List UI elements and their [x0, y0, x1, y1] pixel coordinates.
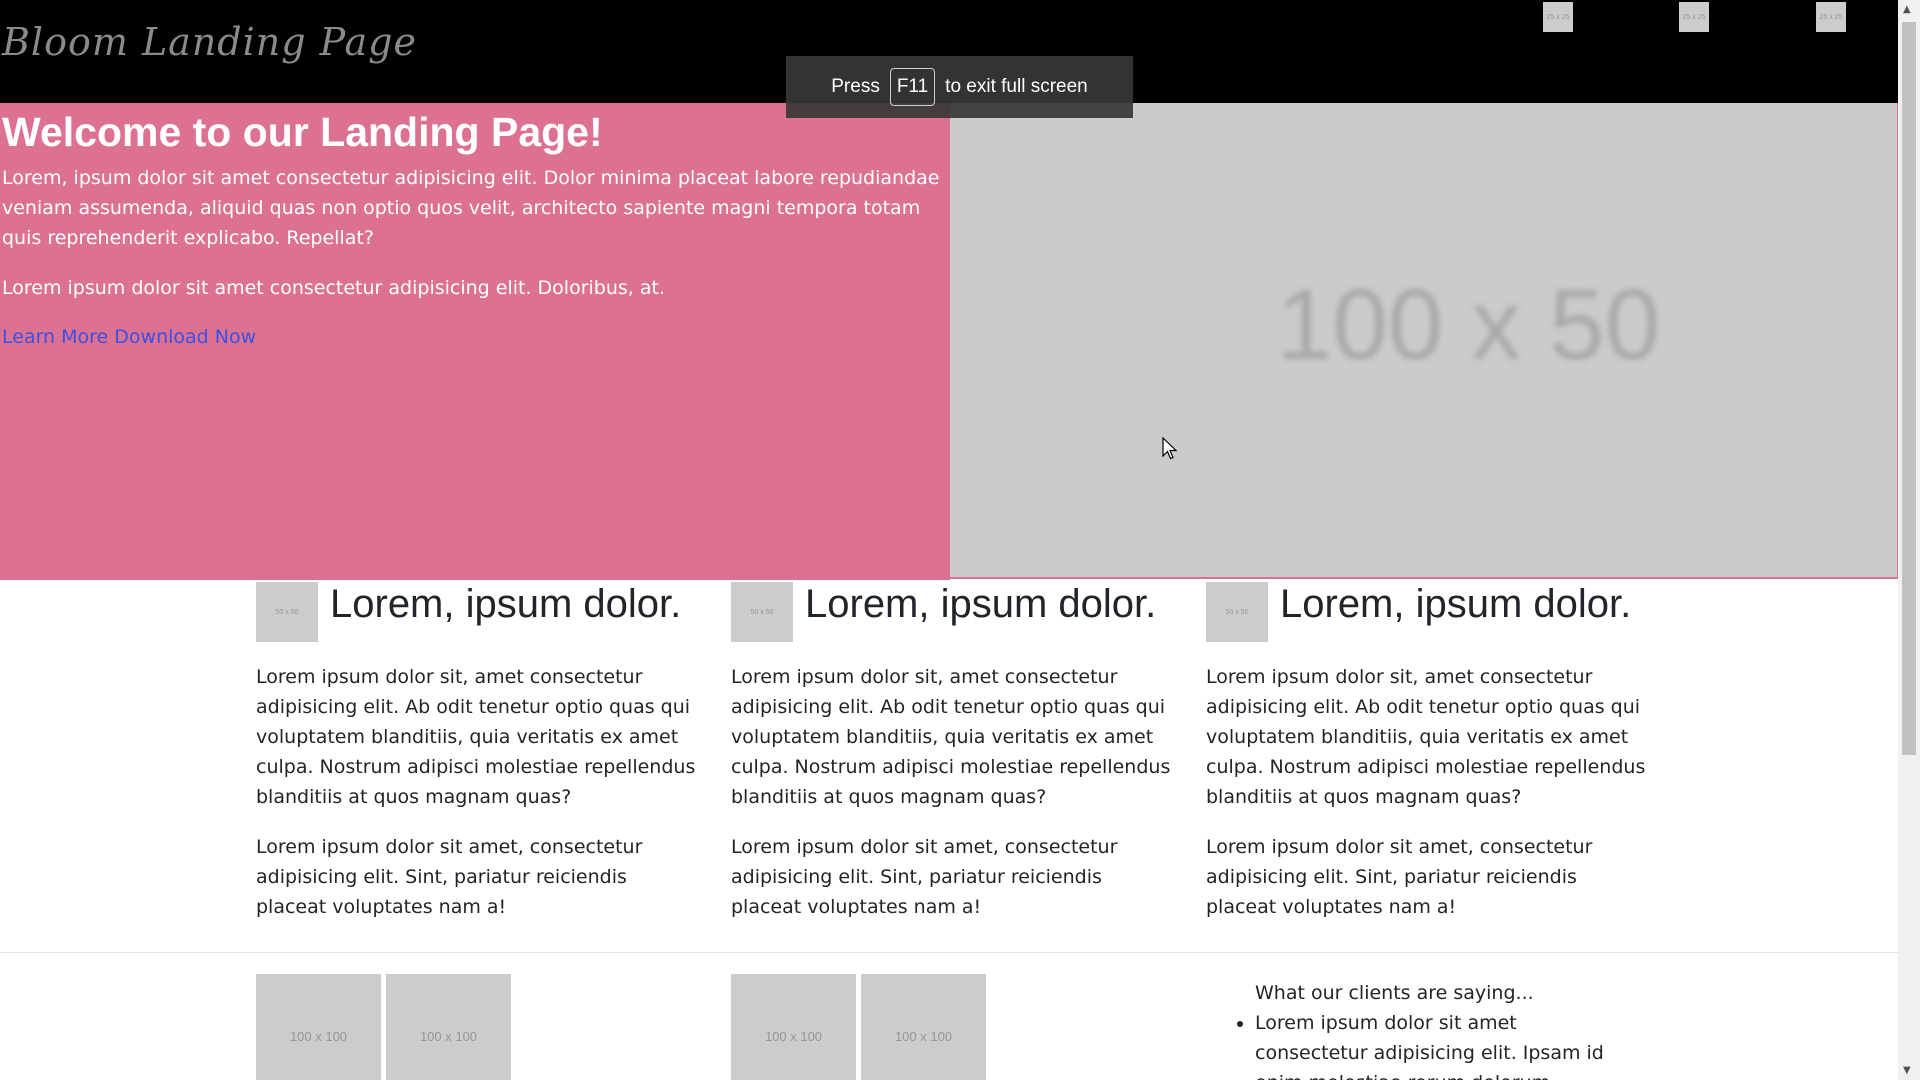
hero-paragraph: Lorem, ipsum dolor sit amet consectetur …	[2, 167, 940, 249]
testimonials-list: Lorem ipsum dolor sit amet consectetur a…	[1230, 1008, 1630, 1080]
page: Bloom Landing Page 25 x 25 25 x 25 25 x …	[0, 0, 1898, 1080]
feature-paragraph: Lorem ipsum dolor sit amet, consectetur …	[256, 836, 643, 918]
scroll-up-arrow-icon[interactable]: ▲	[1903, 4, 1911, 15]
nav-thumb-image[interactable]: 25 x 25	[1679, 2, 1709, 32]
f11-key: F11	[889, 68, 936, 106]
feature-paragraph: Lorem ipsum dolor sit amet, consectetur …	[731, 836, 1118, 918]
hero-image: 100 x 50	[950, 103, 1898, 579]
feature-title: Lorem, ipsum dolor.	[1280, 582, 1632, 626]
feature-paragraph: Lorem ipsum dolor sit, amet consectetur …	[731, 666, 1171, 808]
feature-paragraph: Lorem ipsum dolor sit amet, consectetur …	[1206, 836, 1593, 918]
gallery-image: 100 x 100	[731, 974, 856, 1080]
hero-section: Welcome to our Landing Page! Lorem, ipsu…	[0, 103, 1898, 580]
feature-column: 50 x 50 Lorem, ipsum dolor. Lorem ipsum …	[256, 582, 696, 922]
feature-image: 50 x 50	[731, 582, 793, 642]
brand-logo[interactable]: Bloom Landing Page	[2, 20, 417, 64]
feature-column: 50 x 50 Lorem, ipsum dolor. Lorem ipsum …	[731, 582, 1171, 922]
gallery-image: 100 x 100	[386, 974, 511, 1080]
testimonials-heading: What our clients are saying...	[1255, 982, 1534, 1004]
hero-title: Welcome to our Landing Page!	[2, 109, 603, 155]
feature-column: 50 x 50 Lorem, ipsum dolor. Lorem ipsum …	[1206, 582, 1646, 922]
feature-image: 50 x 50	[1206, 582, 1268, 642]
nav-thumb-image[interactable]: 25 x 25	[1543, 2, 1573, 32]
fullscreen-notification: Press F11 to exit full screen	[786, 56, 1133, 118]
gallery-image: 100 x 100	[861, 974, 986, 1080]
gallery-image: 100 x 100	[256, 974, 381, 1080]
nav-thumb-image[interactable]: 25 x 25	[1816, 2, 1846, 32]
feature-image: 50 x 50	[256, 582, 318, 642]
hero-content: Welcome to our Landing Page! Lorem, ipsu…	[0, 103, 950, 580]
learn-more-link[interactable]: Learn More Download Now	[2, 326, 256, 348]
feature-paragraph: Lorem ipsum dolor sit, amet consectetur …	[1206, 666, 1646, 808]
testimonial-item: Lorem ipsum dolor sit amet consectetur a…	[1255, 1008, 1630, 1080]
hero-paragraph: Lorem ipsum dolor sit amet consectetur a…	[2, 277, 666, 299]
feature-title: Lorem, ipsum dolor.	[330, 582, 682, 626]
feature-title: Lorem, ipsum dolor.	[805, 582, 1157, 626]
vertical-scrollbar[interactable]: ▲ ▼	[1898, 0, 1920, 1080]
hero-image-label: 100 x 50	[1276, 268, 1661, 381]
mouse-cursor-icon	[1162, 437, 1178, 460]
testimonials-section: What our clients are saying... Lorem ips…	[1230, 978, 1630, 1080]
section-divider	[0, 952, 1898, 953]
scrollbar-thumb[interactable]	[1902, 22, 1916, 755]
feature-paragraph: Lorem ipsum dolor sit, amet consectetur …	[256, 666, 696, 808]
fullscreen-exit-text: to exit full screen	[945, 76, 1088, 97]
scroll-down-arrow-icon[interactable]: ▼	[1903, 1065, 1911, 1076]
fullscreen-press-text: Press	[831, 76, 880, 97]
